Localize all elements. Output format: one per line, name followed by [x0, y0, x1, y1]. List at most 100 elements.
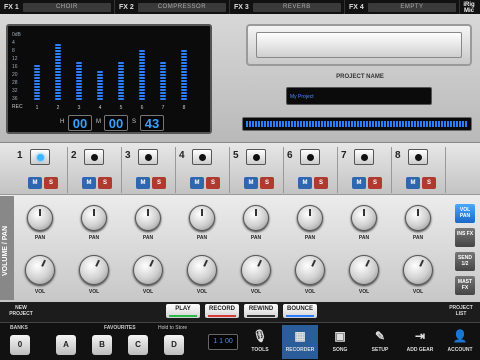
mute-button[interactable]: M [244, 177, 258, 189]
db-tick-label: 0dB [12, 32, 21, 38]
fx-slot-value: COMPRESSOR [137, 2, 226, 12]
record-arm-button[interactable] [246, 149, 266, 165]
meter-segment [34, 83, 40, 85]
project-list-button[interactable]: PROJECT LIST [446, 305, 476, 317]
side-button[interactable]: SEND 1/2 [455, 252, 475, 271]
record-arm-button[interactable] [192, 149, 212, 165]
meter-segment [181, 86, 187, 88]
pan-knob[interactable] [135, 205, 161, 231]
pan-knob[interactable] [351, 205, 377, 231]
mute-button[interactable]: M [136, 177, 150, 189]
record-button[interactable]: RECORD [205, 304, 239, 318]
meter-column [55, 34, 61, 100]
side-button[interactable]: VOL PAN [455, 204, 475, 223]
record-arm-icon [91, 154, 98, 161]
play-label: PLAY [175, 306, 191, 312]
meter-segment [160, 74, 166, 76]
volume-knob[interactable] [241, 255, 271, 285]
pan-label: PAN [358, 235, 370, 241]
side-button[interactable]: INS FX [455, 228, 475, 247]
volume-knob[interactable] [349, 255, 379, 285]
meter-segment [118, 80, 124, 82]
fx-slot-1[interactable]: FX 1 CHOIR [0, 0, 115, 14]
meter-segment [181, 50, 187, 52]
nav-icon: ▦ [294, 329, 306, 343]
play-button[interactable]: PLAY [166, 304, 200, 318]
meter-segment [76, 77, 82, 79]
mute-button[interactable]: M [82, 177, 96, 189]
channel-number: 6 [287, 150, 293, 161]
volume-knob[interactable] [79, 255, 109, 285]
solo-button[interactable]: S [98, 177, 112, 189]
volume-knob[interactable] [133, 255, 163, 285]
volume-label: VOL [196, 289, 208, 295]
meter-segment [55, 59, 61, 61]
nav-icon: ✎ [374, 329, 386, 343]
solo-button[interactable]: S [206, 177, 220, 189]
record-arm-button[interactable] [300, 149, 320, 165]
nav-setup[interactable]: ✎ SETUP [362, 325, 398, 359]
favourite-d-button[interactable]: D [164, 335, 184, 355]
record-arm-button[interactable] [84, 149, 104, 165]
mute-button[interactable]: M [28, 177, 42, 189]
rewind-button[interactable]: REWIND [244, 304, 278, 318]
record-arm-icon [307, 154, 314, 161]
solo-button[interactable]: S [368, 177, 382, 189]
fx-slot-4[interactable]: FX 4 EMPTY [345, 0, 460, 14]
nav-recorder[interactable]: ▦ RECORDER [282, 325, 318, 359]
favourite-a-button[interactable]: A [56, 335, 76, 355]
solo-button[interactable]: S [44, 177, 58, 189]
mute-button[interactable]: M [298, 177, 312, 189]
favourite-c-button[interactable]: C [128, 335, 148, 355]
fx-slot-2[interactable]: FX 2 COMPRESSOR [115, 0, 230, 14]
hours-display: 00 [68, 115, 92, 131]
meter-channel-number: 6 [140, 105, 144, 111]
cd-slot [246, 24, 472, 66]
meter-segment [139, 59, 145, 61]
volume-knob[interactable] [25, 255, 55, 285]
solo-button[interactable]: S [152, 177, 166, 189]
pan-knob[interactable] [297, 205, 323, 231]
nav-add-gear[interactable]: ⇥ ADD GEAR [402, 325, 438, 359]
record-arm-button[interactable] [408, 149, 428, 165]
channel-number: 4 [179, 150, 185, 161]
mute-button[interactable]: M [352, 177, 366, 189]
solo-button[interactable]: S [314, 177, 328, 189]
pan-knob[interactable] [189, 205, 215, 231]
meter-segment [76, 98, 82, 100]
record-arm-button[interactable] [354, 149, 374, 165]
record-arm-icon [145, 154, 152, 161]
pan-knob[interactable] [27, 205, 53, 231]
fx-slot-label: FX 1 [4, 3, 19, 11]
volume-knob[interactable] [187, 255, 217, 285]
nav-icon: ⇥ [414, 329, 426, 343]
pan-knob[interactable] [81, 205, 107, 231]
mute-button[interactable]: M [190, 177, 204, 189]
meter-column [139, 34, 145, 100]
meter-segment [139, 77, 145, 79]
solo-button[interactable]: S [422, 177, 436, 189]
record-arm-button[interactable] [138, 149, 158, 165]
volume-label: VOL [34, 289, 46, 295]
meter-segment [139, 62, 145, 64]
mute-button[interactable]: M [406, 177, 420, 189]
solo-button[interactable]: S [260, 177, 274, 189]
new-project-button[interactable]: NEW PROJECT [8, 305, 34, 317]
bank-button[interactable]: 0 [10, 335, 30, 355]
meter-segment [181, 77, 187, 79]
project-name-field[interactable]: My Project [286, 87, 432, 105]
pan-knob[interactable] [405, 205, 431, 231]
side-button[interactable]: MAST FX [455, 276, 475, 295]
bounce-button[interactable]: BOUNCE [283, 304, 317, 318]
nav-account[interactable]: 👤 ACCOUNT [442, 325, 478, 359]
pan-knob[interactable] [243, 205, 269, 231]
volume-knob[interactable] [295, 255, 325, 285]
nav-song[interactable]: ▣ SONG [322, 325, 358, 359]
fx-slot-3[interactable]: FX 3 REVERB [230, 0, 345, 14]
volume-knob[interactable] [403, 255, 433, 285]
meter-segment [97, 98, 103, 100]
nav-tools[interactable]: 🎙 TOOLS [242, 325, 278, 359]
hours-label: H [60, 119, 65, 125]
favourite-b-button[interactable]: B [92, 335, 112, 355]
record-arm-button[interactable] [30, 149, 50, 165]
